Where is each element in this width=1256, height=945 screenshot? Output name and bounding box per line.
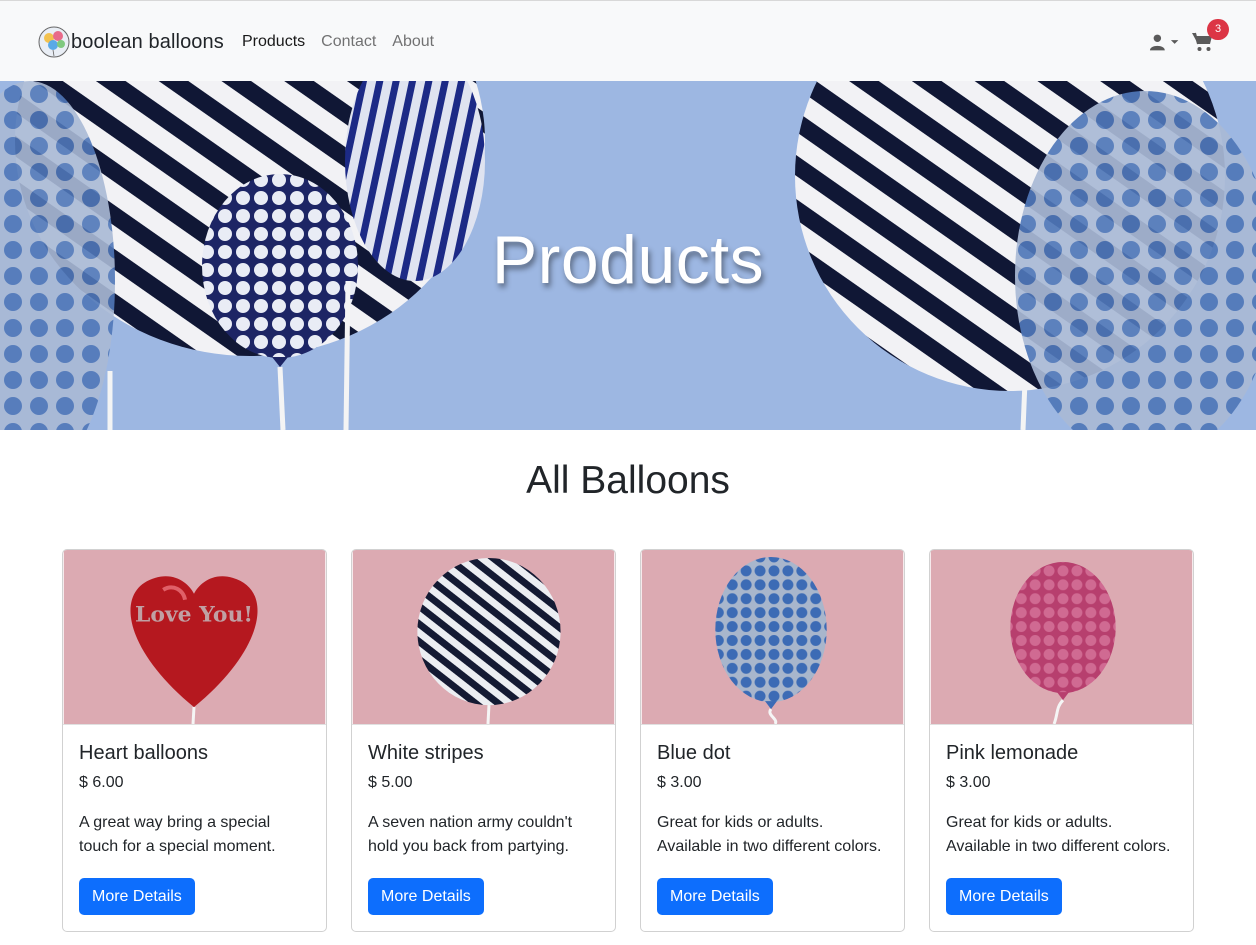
nav-link-contact[interactable]: Contact — [321, 31, 376, 53]
product-name: Heart balloons — [79, 742, 208, 764]
product-image-blue-dot — [641, 550, 904, 725]
more-details-button[interactable]: More Details — [79, 878, 195, 915]
brand-name: boolean balloons — [71, 30, 224, 53]
product-description: Great for kids or adults. Available in t… — [946, 814, 1171, 855]
main-nav: Products Contact About — [242, 31, 450, 53]
product-price: $ 5.00 — [368, 774, 413, 791]
product-image-heart: Love You! — [63, 550, 326, 725]
cart-count-badge: 3 — [1207, 19, 1229, 40]
product-name: Pink lemonade — [946, 742, 1079, 764]
more-details-button[interactable]: More Details — [368, 878, 484, 915]
nav-link-about[interactable]: About — [392, 31, 434, 53]
caret-down-icon — [1170, 40, 1179, 44]
brand-link[interactable]: boolean balloons — [38, 25, 224, 59]
product-card-pink-lemonade: Pink lemonade $ 3.00 Great for kids or a… — [929, 549, 1194, 932]
navbar: boolean balloons Products Contact About … — [0, 0, 1256, 81]
product-name: Blue dot — [657, 742, 731, 764]
product-card-heart-balloons: Love You! Heart balloons $ 6.00 A great … — [62, 549, 327, 932]
user-icon — [1149, 34, 1165, 51]
hero-banner: Products — [0, 81, 1256, 430]
product-description: A seven nation army couldn't hold you ba… — [368, 814, 573, 855]
product-image-white-stripes — [352, 550, 615, 725]
product-price: $ 6.00 — [79, 774, 124, 791]
more-details-button[interactable]: More Details — [946, 878, 1062, 915]
hero-title: Products — [491, 222, 765, 298]
product-price: $ 3.00 — [657, 774, 702, 791]
product-card-blue-dot: Blue dot $ 3.00 Great for kids or adults… — [640, 549, 905, 932]
user-menu-dropdown[interactable] — [1149, 31, 1179, 53]
product-description: A great way bring a special touch for a … — [79, 814, 276, 855]
product-description: Great for kids or adults. Available in t… — [657, 814, 882, 855]
product-image-pink-lemonade — [930, 550, 1193, 725]
more-details-button[interactable]: More Details — [657, 878, 773, 915]
balloons-logo-icon — [38, 26, 70, 58]
nav-link-products[interactable]: Products — [242, 31, 305, 53]
product-price: $ 3.00 — [946, 774, 991, 791]
section-title: All Balloons — [526, 459, 730, 502]
product-name: White stripes — [368, 742, 484, 764]
heart-image-text: Love You! — [135, 602, 253, 628]
product-grid: Love You! Heart balloons $ 6.00 A great … — [62, 549, 1194, 932]
product-card-white-stripes: White stripes $ 5.00 A seven nation army… — [351, 549, 616, 932]
